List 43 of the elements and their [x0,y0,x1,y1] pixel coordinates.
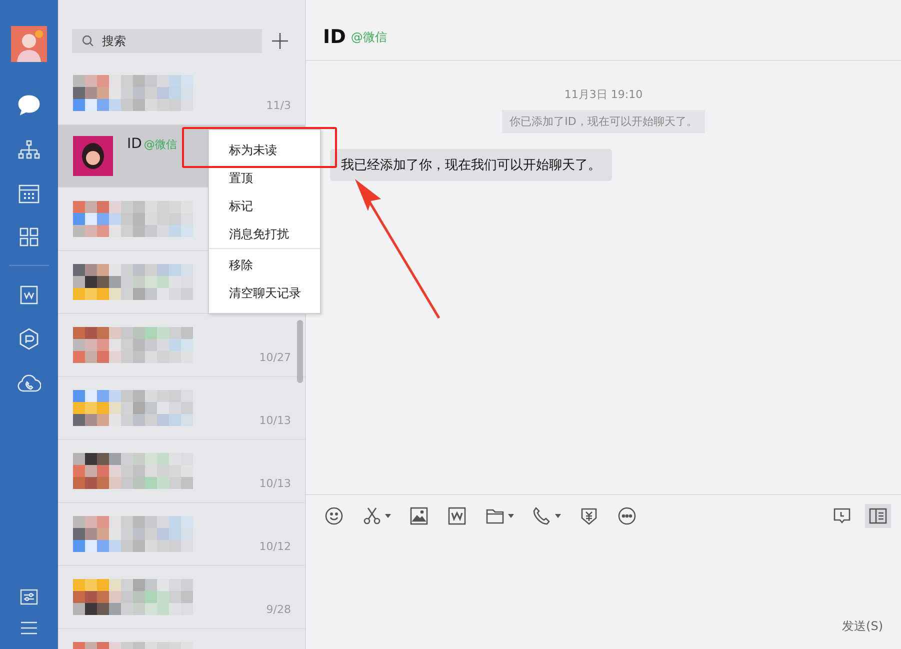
chat-bubble-icon[interactable] [17,94,41,116]
yuan-shield-icon [579,506,599,526]
sliders-icon[interactable] [20,589,38,605]
contact-name: ID [127,136,142,152]
org-chart-icon[interactable] [17,139,41,161]
grid-icon[interactable] [19,227,39,247]
scrollbar[interactable] [297,320,303,383]
image-icon [409,506,429,526]
add-button[interactable] [272,33,288,49]
message-bubble: 我已经添加了你，现在我们可以开始聊天了。 [330,149,612,181]
message-timestamp: 11月3日 19:10 [564,87,643,102]
chat-date: 10/27 [259,351,291,364]
caret-icon [508,514,514,518]
chat-date: 10/13 [259,414,291,427]
scissors-icon [362,506,382,526]
cloud-phone-icon[interactable] [17,373,41,393]
side-panel-icon[interactable] [865,504,891,528]
send-button[interactable]: 发送(S) [838,616,887,637]
calendar-icon[interactable] [18,184,40,204]
conversation-title: ID [323,26,346,48]
chat-date: 9/28 [266,603,291,616]
search-field[interactable]: 搜索 [72,29,262,53]
w-document-icon[interactable] [20,285,38,305]
system-notice: 你已添加了ID，现在可以开始聊天了。 [502,110,706,133]
phone-icon [532,506,552,526]
wechat-tag: @微信 [350,29,387,46]
menu-item[interactable]: 移除 [209,251,320,279]
wechat-tag: @微信 [144,137,177,152]
caret-icon [385,514,391,518]
more-icon [617,506,637,526]
menu-item[interactable]: 标记 [209,192,320,220]
contact-avatar [73,136,113,176]
caret-icon [555,514,561,518]
search-icon [82,35,94,47]
chat-date: 11/3 [266,99,291,112]
menu-icon[interactable] [20,621,38,635]
menu-item[interactable]: 清空聊天记录 [209,279,320,307]
chat-date: 10/12 [259,540,291,553]
menu-item[interactable]: 消息免打扰 [209,220,320,248]
w-document-icon [447,506,467,526]
hexagon-icon[interactable] [19,328,39,350]
chat-date: 10/13 [259,477,291,490]
emoji-icon [324,506,344,526]
